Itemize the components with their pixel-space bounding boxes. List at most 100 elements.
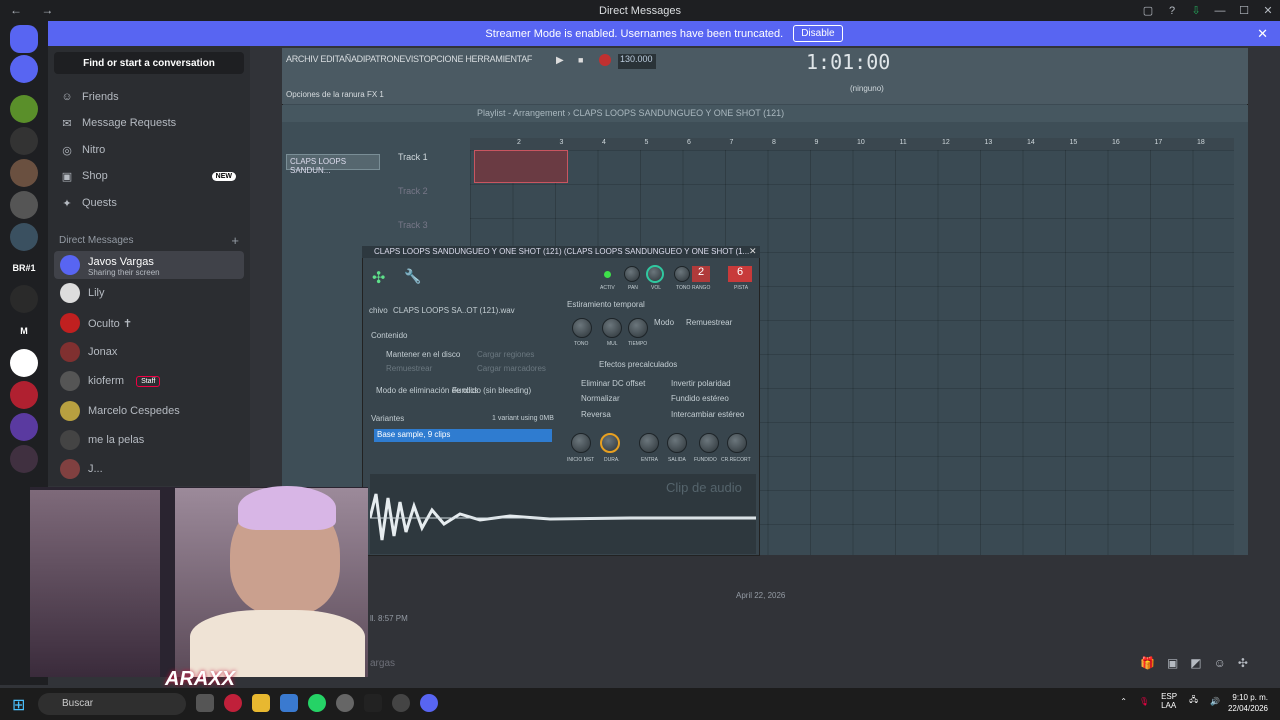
server-icon[interactable] (10, 127, 38, 155)
nav-message-requests[interactable]: ✉ Message Requests (60, 113, 240, 133)
close-banner-icon[interactable]: ✕ (1257, 26, 1268, 42)
server-icon[interactable] (10, 445, 38, 473)
nav-nitro[interactable]: ◎ Nitro (60, 140, 240, 160)
pitch-top-knob[interactable] (674, 266, 690, 282)
waveform[interactable]: Clip de audio (368, 474, 756, 554)
find-conversation-button[interactable]: Find or start a conversation (54, 52, 244, 74)
app-icon[interactable] (196, 694, 214, 712)
dm-item[interactable]: me la pelas (54, 426, 244, 454)
message-input[interactable]: argas (370, 658, 395, 669)
language-indicator[interactable]: ESP LAA (1161, 692, 1177, 710)
home-icon[interactable] (10, 25, 38, 53)
media-icon[interactable] (392, 694, 410, 712)
server-icon[interactable] (10, 285, 38, 313)
server-icon[interactable] (10, 381, 38, 409)
nav-quests[interactable]: ✦ Quests (60, 193, 240, 213)
resample-option[interactable]: Remuestrear (386, 364, 432, 373)
server-icon[interactable] (10, 223, 38, 251)
gift-icon[interactable]: 🎁 (1140, 656, 1155, 670)
windows-start-icon[interactable]: ⊞ (12, 695, 30, 714)
dm-item[interactable]: Javos Vargas Sharing their screen (54, 251, 244, 279)
load-regions-option[interactable]: Cargar regiones (477, 350, 534, 359)
gif-icon[interactable]: ▣ (1167, 656, 1178, 670)
help-icon[interactable]: ? (1160, 5, 1184, 17)
app-icon[interactable] (336, 694, 354, 712)
network-icon[interactable]: 🖧 (1189, 694, 1198, 708)
load-markers-option[interactable]: Cargar marcadores (477, 364, 546, 373)
store-icon[interactable] (280, 694, 298, 712)
minimize-icon[interactable]: — (1208, 5, 1232, 17)
effect-option[interactable]: Fundido estéreo (671, 394, 729, 403)
effect-option[interactable]: Intercambiar estéreo (671, 410, 744, 419)
folder-icon[interactable] (252, 694, 270, 712)
keep-on-disk-option[interactable]: Mantener en el disco (386, 350, 460, 359)
crop-knob[interactable] (727, 433, 747, 453)
pan-knob[interactable] (624, 266, 640, 282)
server-label[interactable]: BR#1 (10, 254, 38, 282)
server-icon[interactable] (10, 191, 38, 219)
close-icon[interactable]: ✕ (749, 246, 757, 257)
pitch-knob[interactable] (572, 318, 592, 338)
effect-option[interactable]: Reversa (581, 410, 611, 419)
app-icon[interactable] (224, 694, 242, 712)
mic-icon[interactable]: 🎙 (1139, 697, 1149, 706)
taskbar-search[interactable]: Buscar (38, 693, 186, 715)
dm-item[interactable]: Lily (54, 279, 244, 307)
wrench-icon[interactable]: 🔧 (404, 268, 421, 285)
server-icon[interactable] (10, 55, 38, 83)
fade-knob[interactable] (699, 433, 719, 453)
server-icon[interactable] (10, 413, 38, 441)
track-label[interactable]: Track 2 (398, 186, 468, 219)
download-icon[interactable]: ⇩ (1184, 4, 1208, 17)
emoji-icon[interactable]: ☺ (1214, 656, 1226, 670)
dm-item[interactable]: Oculto ✝ (54, 309, 244, 337)
variant-item[interactable]: Base sample, 9 clips (374, 429, 552, 442)
server-label[interactable]: M (10, 317, 38, 345)
dm-item[interactable]: kioferm Staff (54, 367, 244, 395)
daw-menu[interactable]: ARCHIV EDITAÑADIPATRONEVISTOPCIONE HERRA… (286, 54, 532, 64)
volume-icon[interactable]: 🔊 (1210, 697, 1220, 706)
effect-option[interactable]: Normalizar (581, 394, 620, 403)
dm-item[interactable]: Jonax (54, 338, 244, 366)
attack-knob[interactable] (639, 433, 659, 453)
nav-friends[interactable]: ☺ Friends (60, 87, 240, 107)
length-knob[interactable] (600, 433, 620, 453)
nav-arrows[interactable]: ← → (10, 3, 61, 17)
range-display[interactable]: 2 (692, 266, 710, 282)
server-icon[interactable] (10, 159, 38, 187)
disable-button[interactable]: Disable (793, 25, 843, 42)
effect-option[interactable]: Eliminar DC offset (581, 379, 645, 388)
start-knob[interactable] (571, 433, 591, 453)
effect-option[interactable]: Invertir polaridad (671, 379, 731, 388)
tiktok-icon[interactable] (364, 694, 382, 712)
stop-icon[interactable]: ■ (578, 55, 583, 65)
sampler-wave-icon[interactable]: ✣ (372, 268, 385, 288)
time-knob[interactable] (628, 318, 648, 338)
add-dm-icon[interactable]: + (231, 233, 239, 248)
chevron-up-icon[interactable]: ⌃ (1120, 697, 1127, 706)
file-name[interactable]: CLAPS LOOPS SA..OT (121).wav (393, 306, 515, 315)
dm-item[interactable]: J... (54, 455, 244, 483)
sticker-icon[interactable]: ◩ (1190, 656, 1201, 670)
track-label[interactable]: Track 1 (398, 152, 468, 185)
taskbar-clock[interactable]: 9:10 p. m. 22/04/2026 (1228, 692, 1268, 714)
server-icon[interactable] (10, 95, 38, 123)
server-icon[interactable] (10, 349, 38, 377)
pattern-selector[interactable]: (ninguno) (850, 84, 884, 93)
close-icon[interactable]: ✕ (1256, 4, 1280, 17)
record-icon[interactable] (599, 54, 611, 66)
dm-item[interactable]: Marcelo Cespedes (54, 397, 244, 425)
nav-shop[interactable]: ▣ Shop NEW (60, 166, 240, 186)
discord-icon[interactable] (420, 694, 438, 712)
apps-icon[interactable]: ✣ (1238, 656, 1248, 670)
inbox-icon[interactable]: ▢ (1136, 4, 1160, 17)
mul-knob[interactable] (602, 318, 622, 338)
volume-knob[interactable] (646, 265, 664, 283)
whatsapp-icon[interactable] (308, 694, 326, 712)
declick-mode-select[interactable]: Fundido (sin bleeding) (452, 386, 531, 395)
play-icon[interactable]: ▶ (556, 55, 564, 66)
timeline-ruler[interactable]: 2 3 4 5 6 7 8 9 10 11 12 13 14 15 16 17 18 (470, 138, 1234, 150)
track-number[interactable]: 6 (728, 266, 752, 282)
mode-select[interactable]: Remuestrear (686, 318, 732, 327)
decay-knob[interactable] (667, 433, 687, 453)
